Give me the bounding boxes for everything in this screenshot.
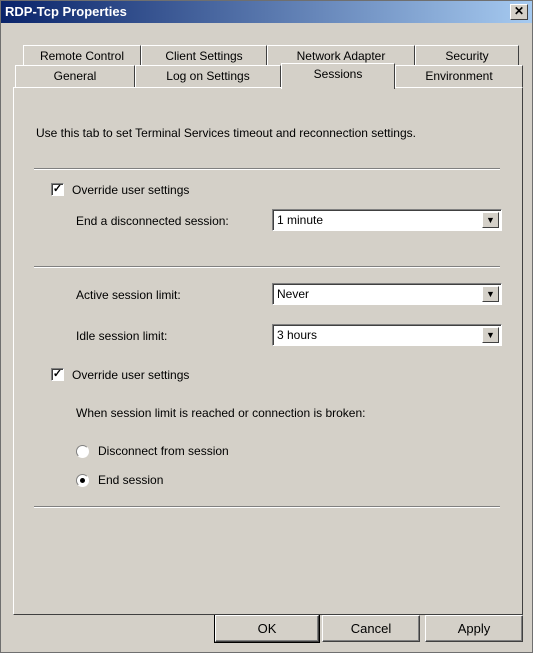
override-user-settings-label-2: Override user settings — [72, 368, 190, 382]
sessions-tab-page: Use this tab to set Terminal Services ti… — [13, 87, 523, 615]
active-session-limit-label: Active session limit: — [76, 288, 181, 302]
intro-text: Use this tab to set Terminal Services ti… — [36, 126, 416, 140]
end-session-label: End session — [98, 473, 164, 487]
ok-button[interactable]: OK — [214, 614, 320, 643]
title-bar[interactable]: RDP-Tcp Properties ✕ — [1, 1, 532, 23]
tab-label: Sessions — [313, 67, 363, 81]
apply-button[interactable]: Apply — [425, 615, 523, 642]
separator — [34, 266, 500, 268]
override-user-settings-checkbox-2[interactable]: ✓ — [51, 368, 64, 381]
disconnect-from-session-label: Disconnect from session — [98, 444, 229, 458]
tab-label: Network Adapter — [296, 49, 386, 63]
window-title: RDP-Tcp Properties — [5, 4, 127, 19]
dropdown-value: 1 minute — [277, 213, 324, 227]
tab-label: Remote Control — [39, 49, 125, 63]
close-icon: ✕ — [513, 4, 525, 18]
separator — [34, 168, 500, 170]
dropdown-value: Never — [277, 287, 310, 301]
properties-dialog: RDP-Tcp Properties ✕ Remote Control Clie… — [0, 0, 533, 653]
idle-session-limit-dropdown[interactable]: 3 hours ▼ — [272, 324, 502, 346]
override-user-settings-checkbox-1[interactable]: ✓ — [51, 183, 64, 196]
limit-reached-text: When session limit is reached or connect… — [76, 406, 366, 420]
dropdown-value: 3 hours — [277, 328, 318, 342]
end-session-radio[interactable] — [76, 474, 89, 487]
separator — [34, 506, 500, 508]
close-button[interactable]: ✕ — [510, 4, 528, 20]
tab-environment[interactable]: Environment — [395, 65, 523, 87]
label-text: Override user settings — [72, 183, 190, 197]
end-disconnected-dropdown[interactable]: 1 minute ▼ — [272, 209, 502, 231]
tab-general[interactable]: General — [15, 65, 135, 87]
dropdown-arrow-icon[interactable]: ▼ — [482, 212, 499, 228]
override-user-settings-label-1: Override user settings — [72, 183, 189, 197]
tab-client-settings[interactable]: Client Settings — [141, 45, 267, 67]
tab-label: General — [53, 69, 97, 83]
tab-label: Security — [445, 49, 489, 63]
tab-label: Client Settings — [165, 49, 243, 63]
dropdown-arrow-icon[interactable]: ▼ — [482, 327, 499, 343]
tab-remote-control[interactable]: Remote Control — [23, 45, 141, 67]
tab-label: Log on Settings — [166, 69, 250, 83]
idle-session-limit-label: Idle session limit: — [76, 329, 168, 343]
active-session-limit-dropdown[interactable]: Never ▼ — [272, 283, 502, 305]
tab-log-on-settings[interactable]: Log on Settings — [135, 65, 281, 87]
end-disconnected-label: End a disconnected session: — [76, 214, 229, 228]
tab-label: Environment — [425, 69, 493, 83]
cancel-button[interactable]: Cancel — [322, 615, 420, 642]
tab-security[interactable]: Security — [415, 45, 519, 67]
dropdown-arrow-icon[interactable]: ▼ — [482, 286, 499, 302]
disconnect-from-session-radio[interactable] — [76, 445, 89, 458]
tab-sessions[interactable]: Sessions — [281, 63, 395, 89]
radio-selected-dot — [80, 478, 85, 483]
